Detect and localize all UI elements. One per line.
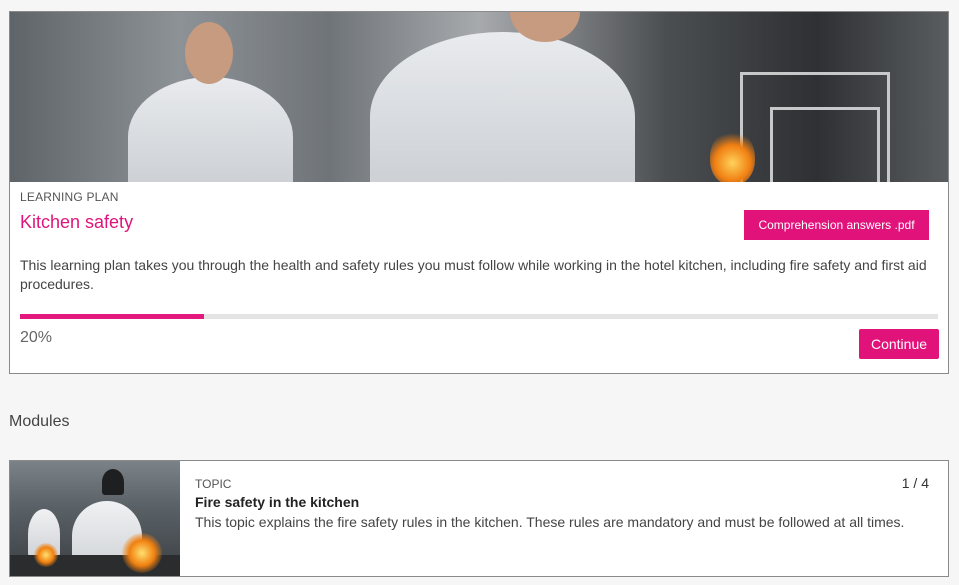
module-description: This topic explains the fire safety rule… [195, 514, 905, 530]
progress-bar [20, 314, 938, 319]
hero-image [10, 12, 948, 182]
plan-type-label: LEARNING PLAN [20, 190, 119, 204]
progress-bar-fill [20, 314, 204, 319]
modules-heading: Modules [9, 413, 70, 430]
progress-percent: 20% [20, 329, 53, 346]
plan-description: This learning plan takes you through the… [20, 257, 927, 292]
module-card[interactable]: TOPIC 1 / 4 Fire safety in the kitchen T… [9, 460, 949, 577]
plan-title[interactable]: Kitchen safety [20, 212, 133, 233]
download-pdf-button[interactable]: Comprehension answers .pdf [744, 210, 929, 240]
module-title[interactable]: Fire safety in the kitchen [195, 494, 359, 510]
continue-button[interactable]: Continue [859, 329, 939, 359]
module-type-label: TOPIC [195, 477, 232, 491]
module-thumbnail [10, 461, 180, 576]
module-counter: 1 / 4 [901, 475, 929, 491]
learning-plan-card: LEARNING PLAN Kitchen safety Comprehensi… [9, 11, 949, 374]
